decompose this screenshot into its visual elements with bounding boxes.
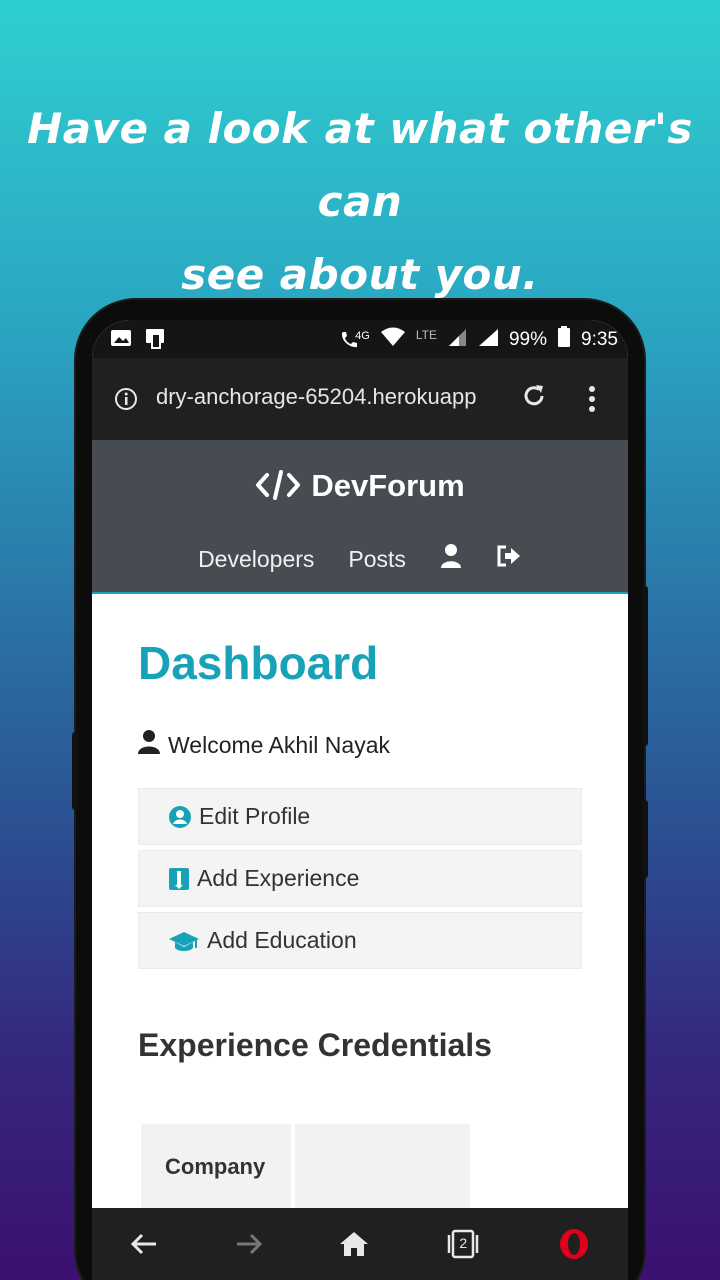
graduation-cap-icon bbox=[169, 930, 199, 952]
reload-icon[interactable] bbox=[520, 382, 548, 415]
brand-name: DevForum bbox=[311, 468, 465, 503]
table-header-empty bbox=[295, 1124, 470, 1210]
welcome-text: Welcome Akhil Nayak bbox=[168, 731, 390, 758]
browser-menu-icon[interactable] bbox=[587, 385, 597, 418]
phone-side-button-left bbox=[72, 732, 78, 810]
gallery-notification-icon bbox=[110, 328, 132, 356]
status-bar: 4G LTE 99% 9:35 bbox=[92, 320, 628, 358]
call-icon: 4G bbox=[339, 330, 370, 350]
cast-notification-icon bbox=[144, 328, 168, 356]
experience-table-header: Company bbox=[141, 1124, 628, 1210]
battery-percent: 99% bbox=[508, 329, 548, 350]
logout-icon[interactable] bbox=[496, 544, 522, 574]
tabs-icon[interactable]: 2 bbox=[445, 1229, 481, 1259]
experience-heading: Experience Credentials bbox=[138, 1027, 492, 1063]
page-title: Dashboard bbox=[138, 637, 379, 689]
lte-label: LTE bbox=[415, 328, 437, 342]
id-badge-icon bbox=[169, 867, 189, 890]
phone-side-button-right-top bbox=[642, 586, 648, 746]
tabs-count: 2 bbox=[459, 1235, 468, 1251]
browser-bottom-bar: 2 bbox=[92, 1208, 628, 1280]
user-icon[interactable] bbox=[440, 543, 462, 575]
network-type-label: 4G bbox=[355, 330, 370, 342]
edit-profile-label: Edit Profile bbox=[199, 803, 311, 829]
add-education-button[interactable]: Add Education bbox=[138, 912, 582, 969]
add-experience-button[interactable]: Add Experience bbox=[138, 850, 582, 907]
home-icon[interactable] bbox=[339, 1231, 369, 1257]
nav-links: Developers Posts bbox=[92, 543, 628, 575]
promo-headline: Have a look at what other's can see abou… bbox=[0, 92, 720, 311]
user-circle-icon bbox=[169, 805, 191, 828]
add-education-label: Add Education bbox=[207, 927, 357, 953]
site-navbar: DevForum Developers Posts bbox=[92, 440, 628, 594]
nav-link-developers[interactable]: Developers bbox=[198, 546, 314, 573]
edit-profile-button[interactable]: Edit Profile bbox=[138, 788, 582, 845]
browser-address-bar: dry-anchorage-65204.herokuapp bbox=[92, 358, 628, 440]
dashboard-actions: Edit Profile Add Experience Add Educatio… bbox=[138, 788, 628, 969]
url-field[interactable]: dry-anchorage-65204.herokuapp bbox=[156, 384, 500, 410]
back-arrow-icon[interactable] bbox=[130, 1232, 158, 1256]
table-header-company: Company bbox=[141, 1124, 291, 1210]
wifi-icon bbox=[380, 327, 406, 353]
clock-time: 9:35 bbox=[581, 329, 618, 350]
nav-link-posts[interactable]: Posts bbox=[348, 546, 406, 573]
welcome-message: Welcome Akhil Nayak bbox=[138, 730, 628, 760]
signal-icon-2 bbox=[477, 327, 499, 353]
dashboard-content: Dashboard Welcome Akhil Nayak Edit Profi… bbox=[92, 594, 628, 1210]
phone-screen: 4G LTE 99% 9:35 dry-anchorage-65204.hero… bbox=[92, 320, 628, 1280]
battery-icon bbox=[557, 326, 571, 354]
phone-side-button-right-bottom bbox=[642, 800, 648, 878]
code-icon bbox=[255, 468, 301, 504]
opera-menu-icon[interactable] bbox=[558, 1228, 590, 1260]
promo-line-1: Have a look at what other's can bbox=[27, 104, 693, 226]
forward-arrow-icon[interactable] bbox=[235, 1232, 263, 1256]
site-info-icon[interactable] bbox=[114, 387, 138, 416]
signal-icon-1 bbox=[447, 327, 467, 353]
brand-logo[interactable]: DevForum bbox=[92, 468, 628, 504]
user-icon bbox=[138, 730, 160, 760]
add-experience-label: Add Experience bbox=[197, 865, 360, 891]
